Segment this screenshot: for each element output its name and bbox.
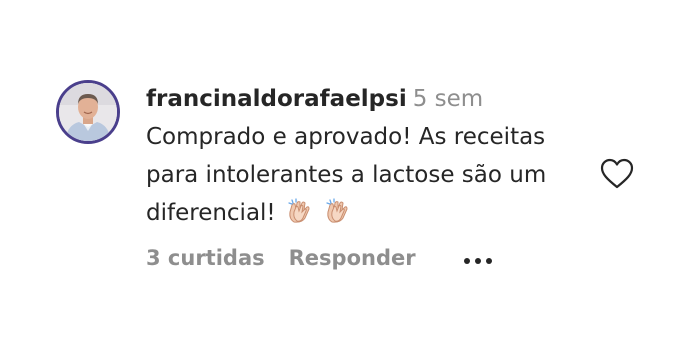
- likes-count-link[interactable]: 3 curtidas: [146, 246, 265, 270]
- more-options-icon: [463, 258, 492, 264]
- comment-text-line: Comprado e aprovado! As receitas: [146, 124, 546, 150]
- more-options-button[interactable]: [462, 245, 494, 273]
- comment-actions: 3 curtidas Responder: [146, 244, 494, 273]
- comment-body: francinaldorafaelpsi 5 sem Comprado e apr…: [146, 84, 586, 232]
- clapping-hands-icon: [288, 198, 310, 223]
- timestamp[interactable]: 5 sem: [413, 86, 483, 112]
- avatar-photo: [59, 83, 117, 141]
- comment-text-line: diferencial!: [146, 200, 276, 226]
- comment: francinaldorafaelpsi 5 sem Comprado e apr…: [56, 80, 656, 280]
- comment-text-line-last: diferencial!: [146, 194, 586, 232]
- comment-header: francinaldorafaelpsi 5 sem: [146, 84, 586, 114]
- comment-text-line: para intolerantes a lactose são um: [146, 162, 547, 188]
- heart-outline-icon: [600, 158, 634, 189]
- comment-text: Comprado e aprovado! As receitas para in…: [146, 118, 586, 232]
- like-button[interactable]: [600, 158, 634, 190]
- username-link[interactable]: francinaldorafaelpsi: [146, 86, 407, 112]
- reply-button[interactable]: Responder: [289, 246, 416, 270]
- avatar[interactable]: [56, 80, 120, 144]
- clapping-hands-icon: [326, 198, 348, 223]
